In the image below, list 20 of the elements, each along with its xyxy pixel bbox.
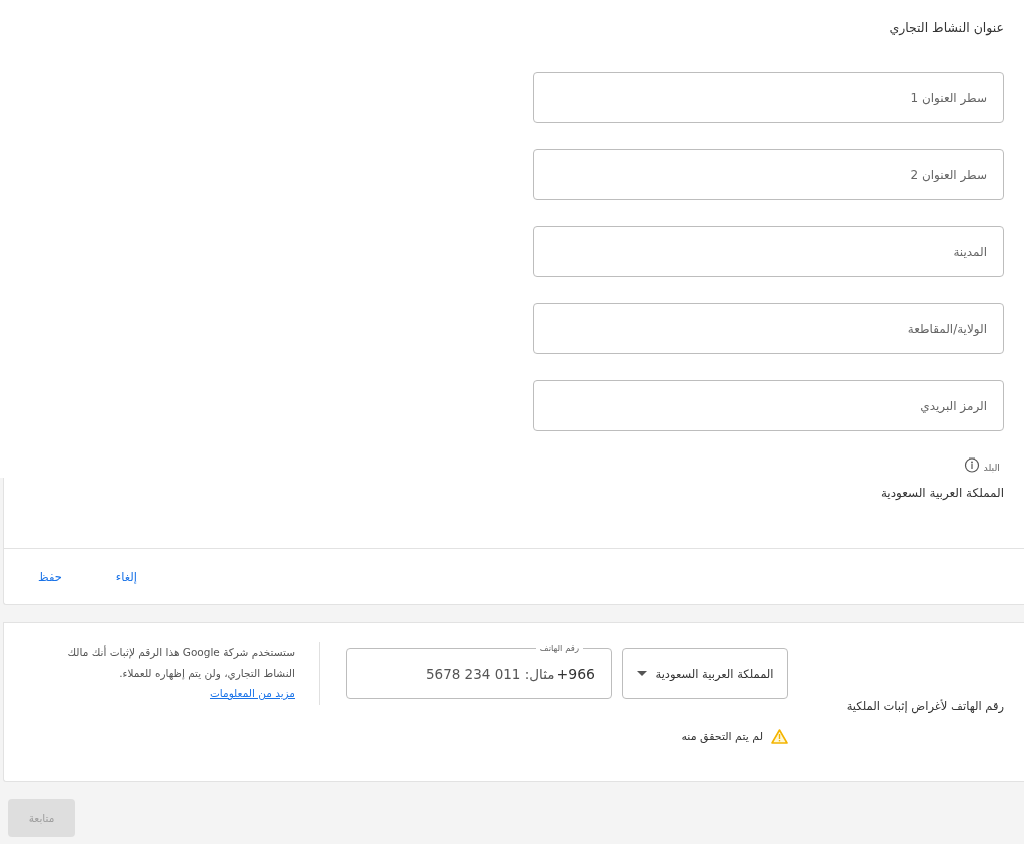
address-field[interactable]: الولاية/المقاطعة xyxy=(533,303,1004,354)
address-field[interactable]: الرمز البريدي xyxy=(533,380,1004,431)
action-button[interactable]: إلغاء xyxy=(103,561,149,592)
country-code: +966 xyxy=(556,666,595,682)
phone-input[interactable]: مثال: 011 234 5678 xyxy=(359,666,555,682)
phone-section-label: رقم الهاتف لأغراض إثبات الملكية xyxy=(845,698,1004,713)
section-title: عنوان النشاط التجاري xyxy=(889,20,1004,36)
verification-status: لم يتم التحقق منه xyxy=(681,730,763,743)
caret-down-icon xyxy=(636,671,647,676)
phone-field-label: رقم الهاتف xyxy=(538,642,580,654)
learn-more-link[interactable]: مزيد من المعلومات xyxy=(210,684,295,702)
address-field[interactable]: سطر العنوان 1 xyxy=(533,72,1004,123)
country-value: المملكة العربية السعودية xyxy=(880,486,1004,500)
info-icon[interactable] xyxy=(964,457,981,473)
action-button[interactable]: حفظ xyxy=(26,561,74,592)
address-field[interactable]: المدينة xyxy=(533,226,1004,277)
info-text: ستستخدم شركة Google هذا الرقم لإثبات أنك مالك النشاط التجاري، ولن يتم إظهاره للعملاء. xyxy=(66,644,295,682)
address-field[interactable]: سطر العنوان 2 xyxy=(533,149,1004,200)
country-label: البلد xyxy=(983,461,1000,473)
country-select[interactable]: المملكة العربية السعودية xyxy=(622,648,788,699)
